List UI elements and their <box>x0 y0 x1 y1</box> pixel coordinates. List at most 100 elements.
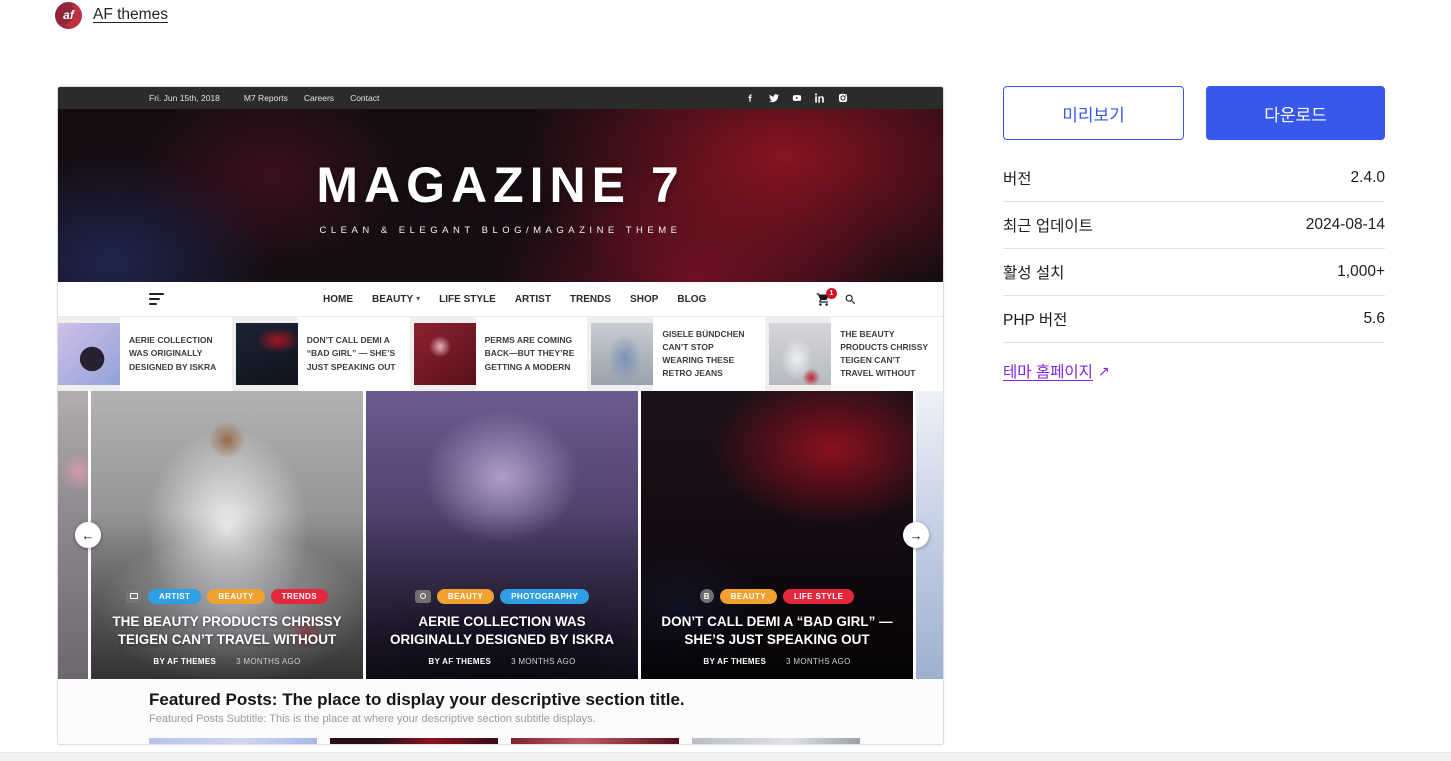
featured-grid-thumb[interactable] <box>511 738 679 745</box>
preview-topbar: Fri. Jun 15th, 2018 M7 Reports Careers C… <box>58 87 943 109</box>
meta-label: 활성 설치 <box>1003 261 1064 283</box>
ticker-thumbnail <box>58 323 120 385</box>
featured-posts-slider: ARTIST BEAUTY TRENDS THE BEAUTY PRODUCTS… <box>58 391 943 679</box>
nav-menu: HOME BEAUTY▾ LIFE STYLE ARTIST TRENDS SH… <box>323 294 706 305</box>
topbar-menu-contact[interactable]: Contact <box>350 93 379 103</box>
post-date: 3 MONTHS AGO <box>511 657 576 666</box>
theme-meta-table: 버전 2.4.0 최근 업데이트 2024-08-14 활성 설치 1,000+… <box>1003 155 1385 382</box>
topbar-date: Fri. Jun 15th, 2018 <box>149 93 220 103</box>
menu-toggle-icon[interactable] <box>149 293 164 305</box>
hero-banner: MAGAZINE 7 CLEAN & ELEGANT BLOG/MAGAZINE… <box>58 109 943 282</box>
cart-icon[interactable]: 1 <box>816 292 831 307</box>
category-tag-beauty[interactable]: BEAUTY <box>437 589 494 604</box>
linkedin-icon[interactable] <box>815 93 825 103</box>
site-tagline: CLEAN & ELEGANT BLOG/MAGAZINE THEME <box>320 225 682 236</box>
topbar-menu-careers[interactable]: Careers <box>304 93 334 103</box>
featured-grid-thumb[interactable] <box>692 738 860 745</box>
category-tag-trends[interactable]: TRENDS <box>271 589 328 604</box>
chevron-down-icon: ▾ <box>416 295 420 303</box>
featured-section-subtitle: Featured Posts Subtitle: This is the pla… <box>149 713 923 725</box>
external-link-icon: ↗ <box>1098 363 1110 380</box>
theme-homepage-link[interactable]: 테마 홈페이지 <box>1003 360 1093 382</box>
ticker-item[interactable]: THE BEAUTY PRODUCTS CHRISSY TEIGEN CAN’T… <box>769 317 943 391</box>
gallery-format-icon <box>126 590 142 603</box>
ticker-title: GISELE BÜNDCHEN CAN’T STOP WEARING THESE… <box>662 328 756 381</box>
camera-format-icon <box>415 590 431 603</box>
post-title[interactable]: AERIE COLLECTION WAS ORIGINALLY DESIGNED… <box>380 613 624 649</box>
meta-value: 1,000+ <box>1337 263 1385 281</box>
twitter-icon[interactable] <box>769 93 779 103</box>
avatar-format-icon: B <box>700 589 714 603</box>
topbar-menu: M7 Reports Careers Contact <box>244 93 379 103</box>
facebook-icon[interactable] <box>746 93 756 103</box>
featured-slide-2[interactable]: BEAUTY PHOTOGRAPHY AERIE COLLECTION WAS … <box>366 391 638 679</box>
post-title[interactable]: DON’T CALL DEMI A “BAD GIRL” — SHE’S JUS… <box>655 613 899 649</box>
post-author[interactable]: BY AF THEMES <box>703 657 766 666</box>
post-author[interactable]: BY AF THEMES <box>153 657 216 666</box>
nav-item-life-style[interactable]: LIFE STYLE <box>439 294 496 305</box>
ticker-item[interactable]: DON’T CALL DEMI A “BAD GIRL” — SHE’S JUS… <box>236 317 410 391</box>
theme-details-panel: 미리보기 다운로드 버전 2.4.0 최근 업데이트 2024-08-14 활성… <box>1003 86 1385 382</box>
slider-prev-button[interactable]: ← <box>75 522 101 548</box>
ticker-thumbnail <box>236 323 298 385</box>
main-navigation: HOME BEAUTY▾ LIFE STYLE ARTIST TRENDS SH… <box>58 282 943 317</box>
category-tag-life-style[interactable]: LIFE STYLE <box>783 589 854 604</box>
meta-value: 5.6 <box>1363 310 1385 328</box>
meta-row-version: 버전 2.4.0 <box>1003 155 1385 202</box>
ticker-item[interactable]: AERIE COLLECTION WAS ORIGINALLY DESIGNED… <box>58 317 232 391</box>
ticker-item[interactable]: PERMS ARE COMING BACK—BUT THEY’RE GETTIN… <box>414 317 588 391</box>
cart-count-badge: 1 <box>826 288 837 299</box>
post-date: 3 MONTHS AGO <box>786 657 851 666</box>
post-author[interactable]: BY AF THEMES <box>428 657 491 666</box>
post-title[interactable]: THE BEAUTY PRODUCTS CHRISSY TEIGEN CAN’T… <box>105 613 349 649</box>
theme-preview-screenshot: Fri. Jun 15th, 2018 M7 Reports Careers C… <box>57 86 944 745</box>
ticker-title: THE BEAUTY PRODUCTS CHRISSY TEIGEN CAN’T… <box>840 328 934 381</box>
featured-slide-1[interactable]: ARTIST BEAUTY TRENDS THE BEAUTY PRODUCTS… <box>91 391 363 679</box>
featured-grid-row <box>58 738 943 745</box>
site-header: af AF themes <box>55 1 168 29</box>
category-tag-beauty[interactable]: BEAUTY <box>207 589 264 604</box>
nav-item-trends[interactable]: TRENDS <box>570 294 611 305</box>
nav-item-beauty[interactable]: BEAUTY▾ <box>372 294 420 305</box>
category-tag-beauty[interactable]: BEAUTY <box>720 589 777 604</box>
category-tag-artist[interactable]: ARTIST <box>148 589 201 604</box>
nav-item-artist[interactable]: ARTIST <box>515 294 551 305</box>
news-ticker: AERIE COLLECTION WAS ORIGINALLY DESIGNED… <box>58 317 943 391</box>
nav-item-blog[interactable]: BLOG <box>677 294 706 305</box>
topbar-menu-m7-reports[interactable]: M7 Reports <box>244 93 288 103</box>
ticker-title: AERIE COLLECTION WAS ORIGINALLY DESIGNED… <box>129 334 223 374</box>
af-themes-logo-icon[interactable]: af <box>55 2 82 29</box>
ticker-thumbnail <box>769 323 831 385</box>
post-date: 3 MONTHS AGO <box>236 657 301 666</box>
search-icon[interactable] <box>844 293 857 306</box>
af-themes-link[interactable]: AF themes <box>93 6 168 24</box>
featured-grid-thumb[interactable] <box>149 738 317 745</box>
nav-utility-icons: 1 <box>816 292 857 307</box>
nav-item-home[interactable]: HOME <box>323 294 353 305</box>
featured-section-header: Featured Posts: The place to display you… <box>58 679 943 738</box>
meta-label: 최근 업데이트 <box>1003 214 1093 236</box>
featured-section-title: Featured Posts: The place to display you… <box>149 690 923 710</box>
youtube-icon[interactable] <box>792 93 802 103</box>
slider-next-button[interactable]: → <box>903 522 929 548</box>
meta-value: 2024-08-14 <box>1306 216 1385 234</box>
download-button[interactable]: 다운로드 <box>1206 86 1385 140</box>
meta-row-php-version: PHP 버전 5.6 <box>1003 296 1385 343</box>
ticker-item[interactable]: GISELE BÜNDCHEN CAN’T STOP WEARING THESE… <box>591 317 765 391</box>
meta-label: PHP 버전 <box>1003 308 1067 330</box>
meta-row-active-installs: 활성 설치 1,000+ <box>1003 249 1385 296</box>
instagram-icon[interactable] <box>838 93 848 103</box>
nav-item-shop[interactable]: SHOP <box>630 294 658 305</box>
ticker-thumbnail <box>591 323 653 385</box>
ticker-title: DON’T CALL DEMI A “BAD GIRL” — SHE’S JUS… <box>307 334 401 374</box>
featured-slide-3[interactable]: B BEAUTY LIFE STYLE DON’T CALL DEMI A “B… <box>641 391 913 679</box>
meta-label: 버전 <box>1003 167 1032 189</box>
category-tag-photography[interactable]: PHOTOGRAPHY <box>500 589 589 604</box>
preview-button[interactable]: 미리보기 <box>1003 86 1184 140</box>
ticker-thumbnail <box>414 323 476 385</box>
featured-grid-thumb[interactable] <box>330 738 498 745</box>
page-bottom-strip <box>0 752 1451 761</box>
site-title[interactable]: MAGAZINE 7 <box>316 156 684 214</box>
meta-row-last-updated: 최근 업데이트 2024-08-14 <box>1003 202 1385 249</box>
topbar-social-icons <box>746 93 943 103</box>
